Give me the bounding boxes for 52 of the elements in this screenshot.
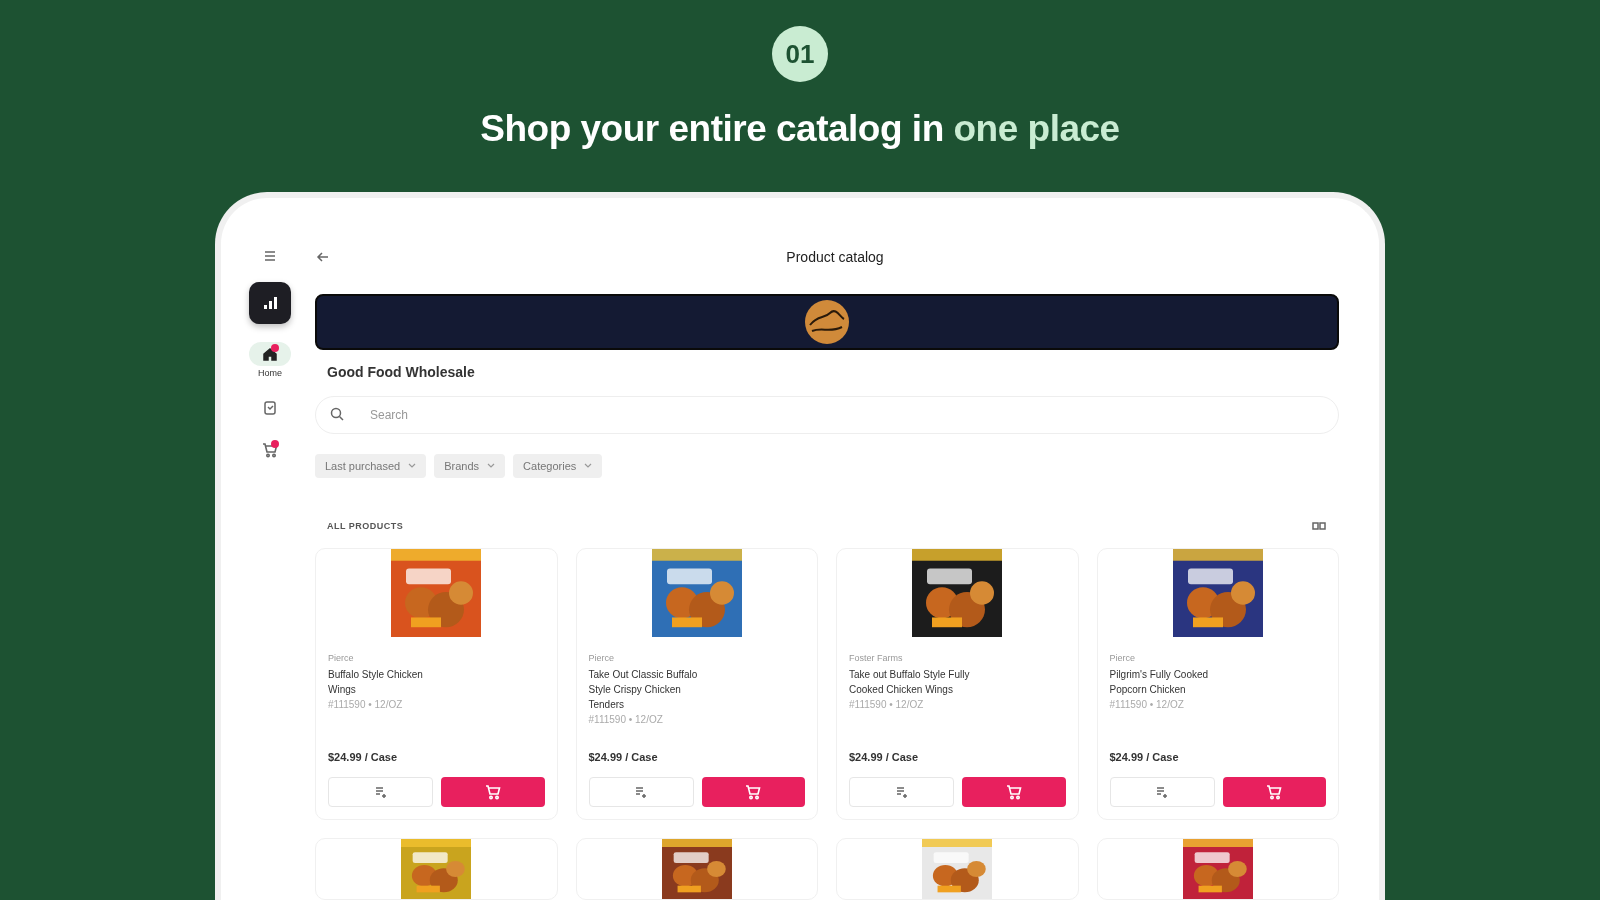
product-card[interactable] [315,838,558,900]
product-name: Pilgrim's Fully Cooked Popcorn Chicken [1109,668,1210,697]
product-brand: Pierce [588,653,615,663]
search-field[interactable]: Search [315,396,1339,434]
product-sku: #111590 • 12/OZ [328,698,404,712]
product-name: Take out Buffalo Style Fully Cooked Chicken Wings [849,668,971,697]
cart-icon [262,442,278,458]
product-price: $24.99 / Case [1109,751,1180,763]
page-title: Product catalog [785,248,885,265]
add-to-cart-button[interactable] [441,777,545,807]
app-logo[interactable] [249,282,291,324]
cart-icon [1266,784,1283,800]
product-card[interactable]: Pierce Take Out Classic Buffalo Style Crispy Chicken Tenders #111590 • 12/OZ $24.99 / Case [575,548,818,820]
product-card[interactable] [836,838,1079,900]
clipboard-icon [262,400,278,416]
product-name: Take Out Classic Buffalo Style Crispy Chicken Tenders [588,668,699,712]
product-brand: Pierce [328,653,355,663]
step-badge: 01 [772,26,828,82]
product-card[interactable]: Foster Farms Take out Buffalo Style Fully Cooked Chicken Wings #111590 • 12/OZ $24.99 / Case [836,548,1079,820]
product-price: $24.99 / Case [849,751,920,763]
supplier-logo [804,298,850,345]
supplier-name: Good Food Wholesale [327,364,476,380]
chevron-down-icon [584,463,593,469]
bars-icon [262,296,278,310]
product-brand: Foster Farms [849,653,904,663]
filter-dropdown[interactable]: Brands [434,454,506,478]
product-sku: #111590 • 12/OZ [849,698,925,712]
cart-icon [484,784,501,800]
filter-dropdown[interactable]: Last purchased [315,454,427,478]
chevron-down-icon [408,463,417,469]
home-icon [262,346,278,362]
headline: Shop your entire catalog in one place [480,108,1120,150]
product-card[interactable]: Pierce Pilgrim's Fully Cooked Popcorn Chicken #111590 • 12/OZ $24.99 / Case [1096,548,1339,820]
menu-icon [262,248,278,264]
search-icon [329,406,345,422]
cart-icon [745,784,762,800]
product-sku: #111590 • 12/OZ [1109,698,1185,712]
add-to-cart-button[interactable] [1222,777,1326,807]
product-sku: #111590 • 12/OZ [588,713,664,727]
product-card[interactable]: Pierce Buffalo Style Chicken Wings #111590 • 12/OZ $24.99 / Case [315,548,558,820]
product-brand: Pierce [1109,653,1136,663]
filter-dropdown[interactable]: Categories [513,454,603,478]
product-name: Buffalo Style Chicken Wings [328,668,424,697]
product-card[interactable] [1096,838,1339,900]
add-to-cart-button[interactable] [701,777,805,807]
section-title: ALL PRODUCTS [327,521,404,531]
cart-icon [1005,784,1022,800]
chevron-down-icon [487,463,496,469]
product-price: $24.99 / Case [588,751,659,763]
add-to-cart-button[interactable] [962,777,1066,807]
product-card[interactable] [575,838,818,900]
product-price: $24.99 / Case [328,751,399,763]
